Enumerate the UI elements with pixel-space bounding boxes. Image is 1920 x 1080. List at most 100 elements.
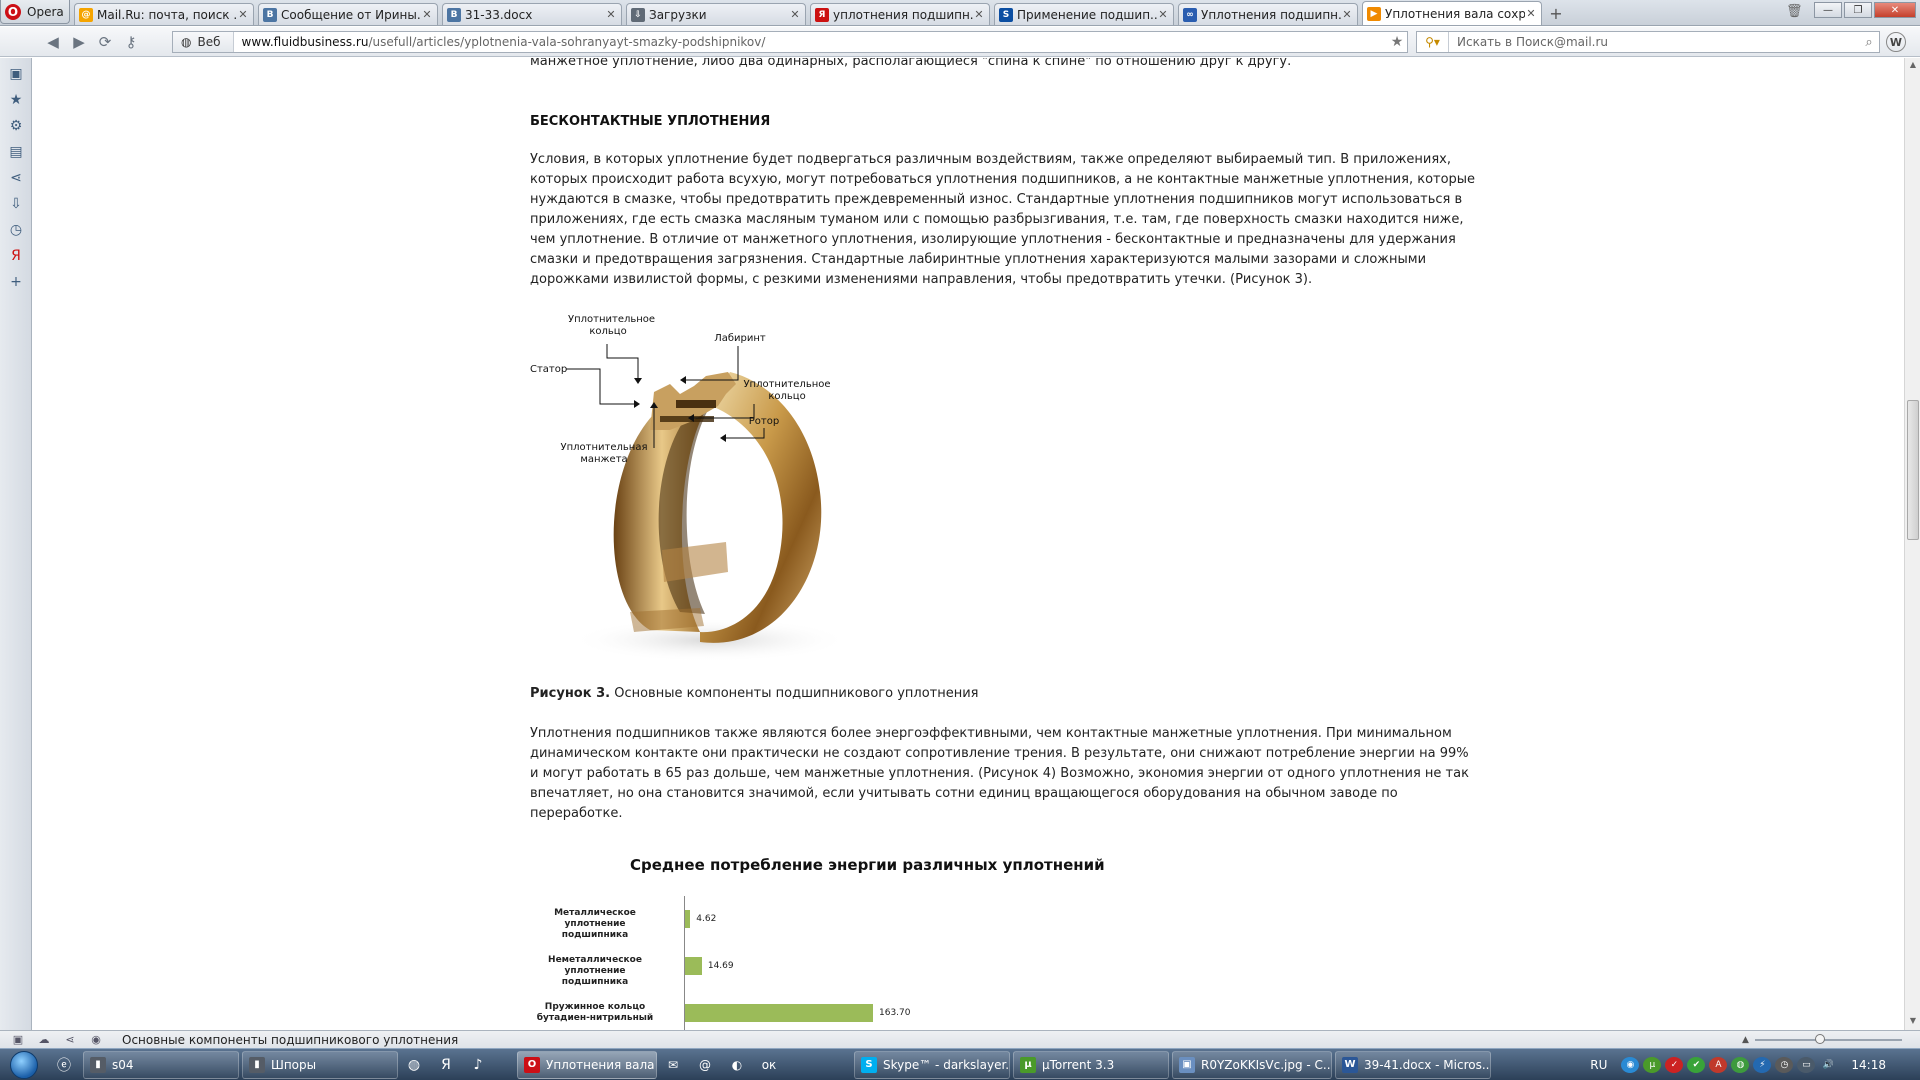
tab-strip: O Opera @ Mail.Ru: почта, поиск ... ✕ B Сооб… xyxy=(0,0,1920,26)
reload-button[interactable]: ⟳ xyxy=(92,31,118,53)
clock[interactable]: 14:18 xyxy=(1851,1058,1886,1072)
new-tab-button[interactable]: + xyxy=(1546,3,1566,23)
bookmark-star-icon[interactable]: ★ xyxy=(1387,34,1407,50)
unite-icon[interactable]: ⋖ xyxy=(62,1033,78,1047)
zoom-out-icon[interactable]: ▲ xyxy=(1742,1035,1749,1045)
close-tab-icon[interactable]: ✕ xyxy=(1525,7,1537,20)
taskbar-window-1[interactable]: ▮ s04 xyxy=(83,1050,239,1079)
tray-whatsapp-icon[interactable]: ◍ xyxy=(1731,1057,1750,1073)
add-panel-icon[interactable]: + xyxy=(8,274,24,290)
bar-value-label: 14.69 xyxy=(707,961,734,971)
text-line: нуждаются в смазке, чтобы предотвратить … xyxy=(530,192,1463,207)
zoom-slider[interactable]: ▲ xyxy=(1742,1034,1902,1046)
zoom-track[interactable] xyxy=(1754,1034,1902,1044)
browser-tab-8[interactable]: ▶ Уплотнения вала сохр... ✕ xyxy=(1362,1,1542,25)
search-engine-icon[interactable]: ⚲▾ xyxy=(1417,32,1449,52)
taskbar-window-6[interactable]: ▣ R0YZoKKIsVc.jpg - С... xyxy=(1172,1050,1332,1079)
bar-value-label: 163.70 xyxy=(879,1008,911,1018)
taskbar-window-3[interactable]: O Уплотнения вала со... xyxy=(517,1050,657,1079)
games-icon[interactable]: ◐ xyxy=(721,1051,753,1079)
turbo-icon[interactable]: ◉ xyxy=(88,1033,104,1047)
tray-clock-icon[interactable]: ◷ xyxy=(1775,1057,1794,1073)
vertical-scrollbar[interactable]: ▲ ▼ xyxy=(1904,58,1920,1030)
forward-button[interactable]: ▶ xyxy=(66,31,92,53)
bookmarks-icon[interactable]: ★ xyxy=(8,92,24,108)
close-tab-icon[interactable]: ✕ xyxy=(1157,8,1169,21)
tray-network-icon[interactable]: ◉ xyxy=(1621,1057,1640,1073)
trash-icon[interactable]: 🗑 xyxy=(1786,4,1803,20)
fluidbusiness-icon: ▶ xyxy=(1367,6,1381,21)
ie-icon[interactable]: ⓔ xyxy=(48,1051,80,1079)
back-button[interactable]: ◀ xyxy=(40,31,66,53)
mailru-agent-icon[interactable]: @ xyxy=(689,1051,721,1079)
tab-title: Сообщение от Ирины... xyxy=(281,7,421,22)
downloads-icon[interactable]: ⇩ xyxy=(8,196,24,212)
text-line: Условия, в которых уплотнение будет подв… xyxy=(530,152,1452,167)
opera-menu-button[interactable]: O Opera xyxy=(0,0,70,24)
tray-display-icon[interactable]: ▭ xyxy=(1797,1057,1816,1073)
speed-dial-icon[interactable]: ▣ xyxy=(8,66,24,82)
taskbar-window-2[interactable]: ▮ Шпоры xyxy=(242,1050,398,1079)
browser-tab-3[interactable]: B 31-33.docx ✕ xyxy=(442,3,622,25)
history-clock-icon[interactable]: ◷ xyxy=(8,222,24,238)
odnoklassniki-icon[interactable]: ок xyxy=(753,1051,785,1079)
tray-check-icon[interactable]: ✔ xyxy=(1687,1057,1706,1073)
browser-tab-5[interactable]: Яуплотнения подшипн... ✕ xyxy=(810,3,990,25)
url-text[interactable]: www.fluidbusiness.ru/usefull/articles/yp… xyxy=(234,35,1388,49)
browser-tab-2[interactable]: B Сообщение от Ирины... ✕ xyxy=(258,3,438,25)
skf-icon: S xyxy=(999,7,1013,22)
system-tray: RU ◉ µ ✓ ✔ A ◍ ⚡ ◷ ▭ 🔊 14:18 xyxy=(1590,1049,1920,1080)
scrollbar-thumb[interactable] xyxy=(1907,400,1919,540)
figure-seal-components: Уплотнительное кольцо Лабиринт Статор Уп… xyxy=(530,312,890,664)
section-heading: БЕСКОНТАКТНЫЕ УПЛОТНЕНИЯ xyxy=(530,114,771,129)
close-tab-icon[interactable]: ✕ xyxy=(605,8,617,21)
tray-volume-icon[interactable]: 🔊 xyxy=(1819,1057,1837,1073)
notes-icon[interactable]: ▤ xyxy=(8,144,24,160)
site-info-badge[interactable]: ◍ Веб xyxy=(173,32,234,52)
scroll-down-arrow-icon[interactable]: ▼ xyxy=(1908,1016,1918,1026)
share-icon[interactable]: ⋖ xyxy=(8,170,24,186)
text-line: дорожками извилистой формы, с резкими из… xyxy=(530,272,1313,287)
zoom-knob[interactable] xyxy=(1814,1034,1825,1044)
search-icon[interactable]: ⌕ xyxy=(1859,35,1879,50)
search-field[interactable]: ⚲▾ Искать в Поиск@mail.ru ⌕ xyxy=(1416,31,1880,53)
close-tab-icon[interactable]: ✕ xyxy=(237,8,249,21)
tab-title: Загрузки xyxy=(649,7,707,22)
tray-antivirus-icon[interactable]: ✓ xyxy=(1665,1057,1684,1073)
tray-acrobat-icon[interactable]: A xyxy=(1709,1057,1728,1073)
taskbar-window-7[interactable]: W 39-41.docx - Micros... xyxy=(1335,1050,1491,1079)
taskbar-app-icon: ▮ xyxy=(249,1056,265,1073)
browser-tab-7[interactable]: ∞ Уплотнения подшипн... ✕ xyxy=(1178,3,1358,25)
settings-gear-icon[interactable]: ⚙ xyxy=(8,118,24,134)
close-tab-icon[interactable]: ✕ xyxy=(973,8,985,21)
yandex-task-icon[interactable]: Я xyxy=(430,1051,462,1079)
volume-app-icon[interactable]: ♪ xyxy=(462,1051,494,1079)
address-bar[interactable]: ◍ Веб www.fluidbusiness.ru/usefull/artic… xyxy=(172,31,1408,53)
language-indicator[interactable]: RU xyxy=(1590,1058,1607,1072)
yandex-panel-icon[interactable]: Я xyxy=(8,248,24,264)
minimize-button[interactable]: — xyxy=(1814,2,1842,18)
maximize-button[interactable]: ❐ xyxy=(1844,2,1872,18)
mail-icon[interactable]: ✉ xyxy=(657,1051,689,1079)
taskbar-window-4[interactable]: S Skype™ - darkslayer... xyxy=(854,1050,1010,1079)
close-window-button[interactable]: ✕ xyxy=(1874,2,1916,18)
close-tab-icon[interactable]: ✕ xyxy=(789,8,801,21)
cloud-icon[interactable]: ☁ xyxy=(36,1033,52,1047)
webmail-icon[interactable]: W xyxy=(1886,32,1906,52)
text-line: Уплотнения подшипников также являются бо… xyxy=(530,726,1452,741)
taskbar-window-5[interactable]: µ µTorrent 3.3 xyxy=(1013,1050,1169,1079)
start-button[interactable] xyxy=(0,1049,48,1080)
tray-utorrent-icon[interactable]: µ xyxy=(1643,1057,1662,1073)
browser-tab-4[interactable]: ⇩ Загрузки ✕ xyxy=(626,3,806,25)
close-tab-icon[interactable]: ✕ xyxy=(1341,8,1353,21)
taskbar-app-icon: µ xyxy=(1020,1056,1036,1073)
tray-bolt-icon[interactable]: ⚡ xyxy=(1753,1057,1772,1073)
wand-key-button[interactable]: ⚷ xyxy=(118,31,144,53)
chrome-like-icon[interactable]: ◍ xyxy=(398,1051,430,1079)
taskbar-window-label: 39-41.docx - Micros... xyxy=(1364,1057,1491,1072)
close-tab-icon[interactable]: ✕ xyxy=(421,8,433,21)
browser-tab-1[interactable]: @ Mail.Ru: почта, поиск ... ✕ xyxy=(74,3,254,25)
scroll-up-arrow-icon[interactable]: ▲ xyxy=(1908,60,1918,70)
browser-tab-6[interactable]: S Применение подшип... ✕ xyxy=(994,3,1174,25)
panel-toggle-icon[interactable]: ▣ xyxy=(10,1033,26,1047)
